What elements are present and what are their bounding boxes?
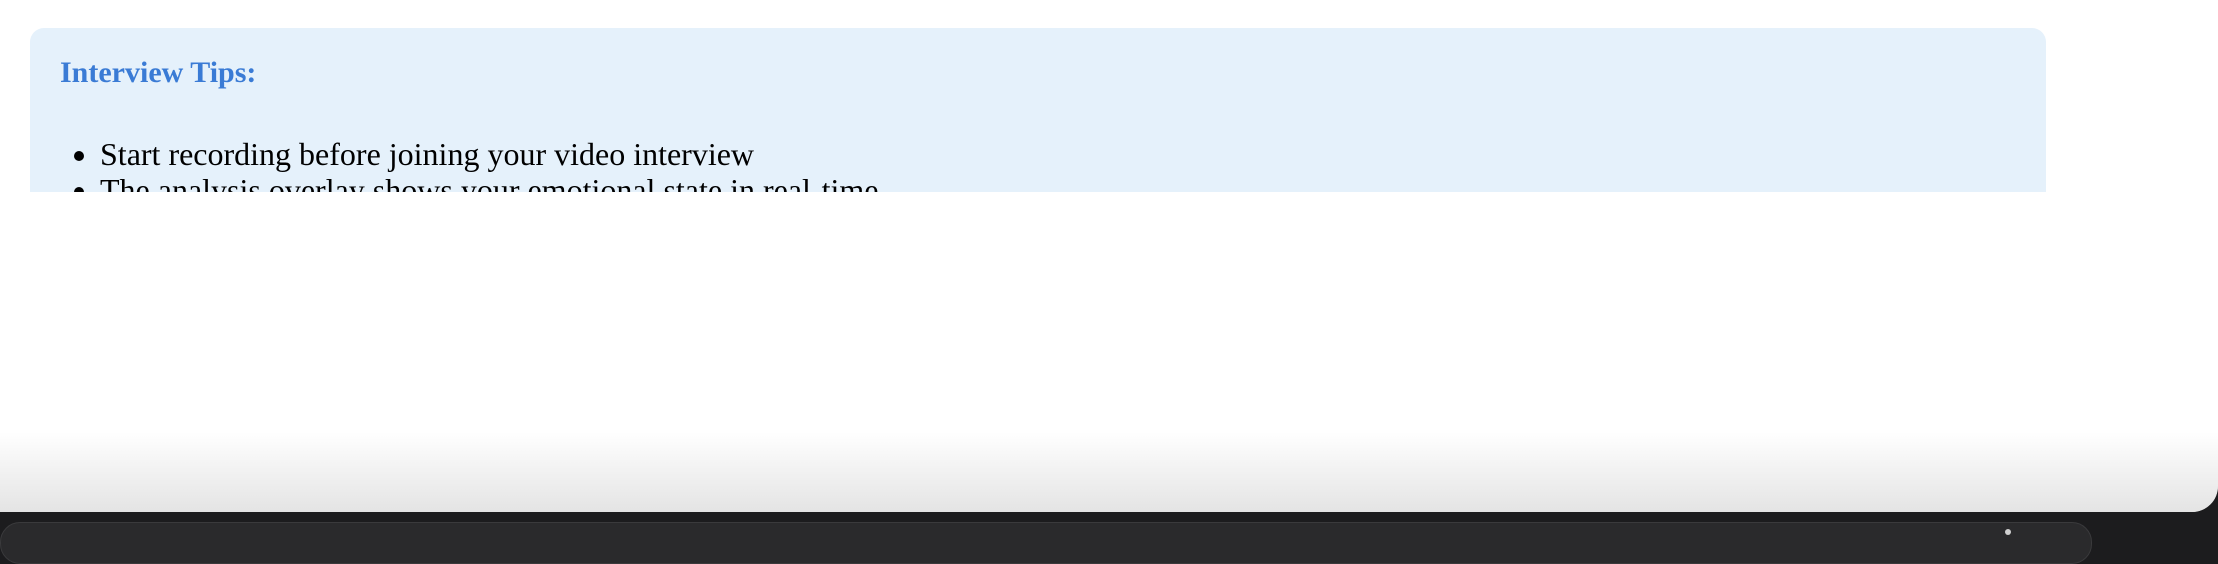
dock-indicator-icon xyxy=(2005,529,2011,535)
tip-item: The analysis overlay shows your emotiona… xyxy=(100,172,878,192)
dock xyxy=(0,522,2092,564)
tips-list: Start recording before joining your vide… xyxy=(30,136,878,192)
interview-tips-card: Interview Tips: Start recording before j… xyxy=(30,28,2046,192)
tip-item: Start recording before joining your vide… xyxy=(100,136,878,172)
app-window: Interview Tips: Start recording before j… xyxy=(0,0,2218,512)
window-bottom-shade xyxy=(0,432,2218,512)
tips-title: Interview Tips: xyxy=(60,56,257,89)
